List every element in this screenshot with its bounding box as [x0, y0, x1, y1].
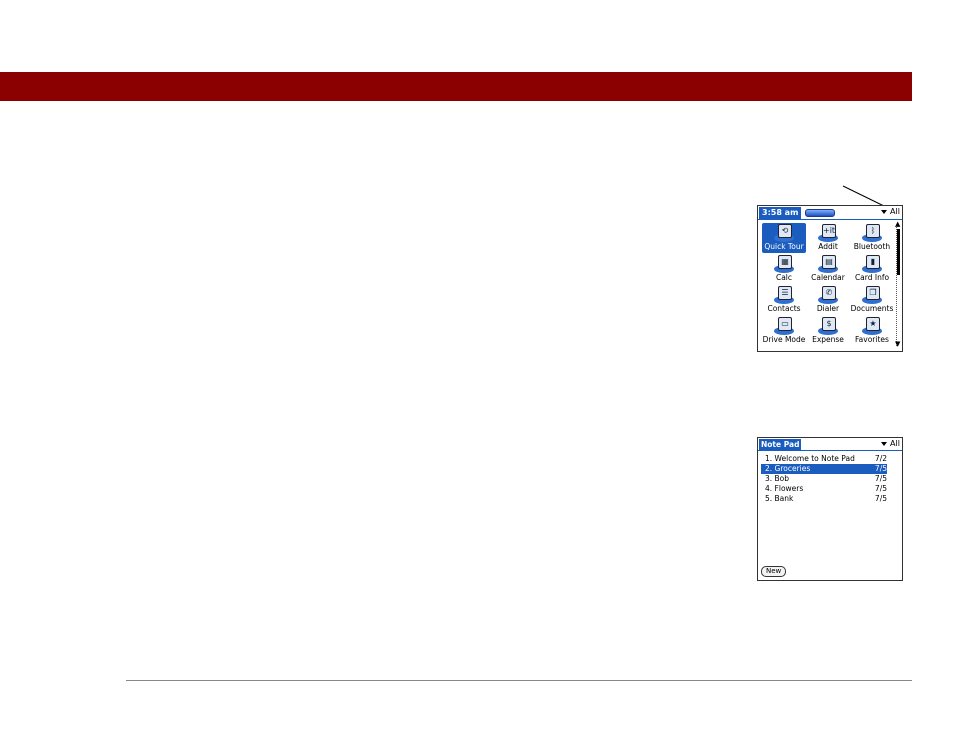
- app-label: Favorites: [855, 335, 889, 344]
- category-selector[interactable]: All: [890, 207, 900, 217]
- note-title: 4. Flowers: [765, 484, 804, 493]
- note-row[interactable]: 2. Groceries 7/5: [761, 464, 887, 474]
- drive-mode-icon: ▭: [774, 317, 794, 335]
- dialer-icon: ✆: [818, 286, 838, 304]
- app-label: Calendar: [811, 273, 845, 282]
- note-row[interactable]: 1. Welcome to Note Pad 7/2: [761, 454, 887, 464]
- calc-icon: ▦: [774, 255, 794, 273]
- note-row[interactable]: 3. Bob 7/5: [761, 474, 887, 484]
- app-label: Bluetooth: [853, 242, 891, 251]
- launcher-header: 3:58 am All: [758, 206, 902, 219]
- category-selector[interactable]: All: [890, 439, 900, 449]
- launcher-screen: 3:58 am All ⟲ Quick Tour +it Addit ᛒ Bluetoot…: [757, 205, 903, 352]
- app-card-info[interactable]: ▮ Card Info: [850, 254, 894, 284]
- app-favorites[interactable]: ★ Favorites: [850, 316, 894, 346]
- new-note-button[interactable]: New: [761, 566, 787, 577]
- app-dialer[interactable]: ✆ Dialer: [806, 285, 850, 315]
- app-label: Drive Mode: [762, 335, 806, 344]
- note-date: 7/2: [874, 454, 887, 463]
- note-date: 7/5: [874, 484, 887, 493]
- category-dropdown-icon[interactable]: [881, 442, 887, 446]
- quick-tour-icon: ⟲: [774, 224, 794, 242]
- app-bluetooth[interactable]: ᛒ Bluetooth: [850, 223, 894, 253]
- callout-line: [842, 185, 887, 208]
- contacts-icon: ☰: [774, 286, 794, 304]
- battery-icon: [805, 209, 835, 217]
- note-title: 5. Bank: [765, 494, 794, 503]
- notepad-screen: Note Pad All 1. Welcome to Note Pad 7/2 2.…: [757, 437, 903, 581]
- app-drive-mode[interactable]: ▭ Drive Mode: [762, 316, 806, 346]
- note-title: 1. Welcome to Note Pad: [765, 454, 855, 463]
- app-contacts[interactable]: ☰ Contacts: [762, 285, 806, 315]
- note-date: 7/5: [874, 464, 887, 473]
- app-documents[interactable]: ❐ Documents: [850, 285, 894, 315]
- note-date: 7/5: [874, 494, 887, 503]
- expense-icon: $: [818, 317, 838, 335]
- clock-label[interactable]: 3:58 am: [759, 207, 802, 219]
- app-label: Addit: [818, 242, 838, 251]
- note-row[interactable]: 4. Flowers 7/5: [761, 484, 887, 494]
- calendar-icon: ▤: [818, 255, 838, 273]
- category-dropdown-icon[interactable]: [881, 210, 887, 214]
- note-date: 7/5: [874, 474, 887, 483]
- app-addit[interactable]: +it Addit: [806, 223, 850, 253]
- note-title: 2. Groceries: [765, 464, 811, 473]
- app-label: Dialer: [816, 304, 840, 313]
- app-label: Contacts: [767, 304, 801, 313]
- app-calc[interactable]: ▦ Calc: [762, 254, 806, 284]
- favorites-icon: ★: [862, 317, 882, 335]
- app-label: Quick Tour: [764, 242, 804, 251]
- footer-rule: [126, 680, 912, 681]
- app-quick-tour[interactable]: ⟲ Quick Tour: [762, 223, 806, 253]
- notes-list: 1. Welcome to Note Pad 7/2 2. Groceries 7/5…: [761, 454, 887, 504]
- scrollbar-thumb[interactable]: [897, 229, 900, 275]
- note-title: 3. Bob: [765, 474, 790, 483]
- app-label: Documents: [850, 304, 894, 313]
- documents-icon: ❐: [862, 286, 882, 304]
- scroll-down-icon[interactable]: ▼: [895, 341, 900, 348]
- addit-icon: +it: [818, 224, 838, 242]
- app-expense[interactable]: $ Expense: [806, 316, 850, 346]
- card-info-icon: ▮: [862, 255, 882, 273]
- notepad-title: Note Pad: [759, 439, 802, 450]
- app-label: Expense: [812, 335, 844, 344]
- note-row[interactable]: 5. Bank 7/5: [761, 494, 887, 504]
- app-calendar[interactable]: ▤ Calendar: [806, 254, 850, 284]
- header-banner: [0, 72, 912, 101]
- header-divider: [758, 219, 902, 220]
- app-label: Card Info: [854, 273, 890, 282]
- app-label: Calc: [775, 273, 793, 282]
- bluetooth-icon: ᛒ: [862, 224, 882, 242]
- title-divider: [758, 450, 902, 451]
